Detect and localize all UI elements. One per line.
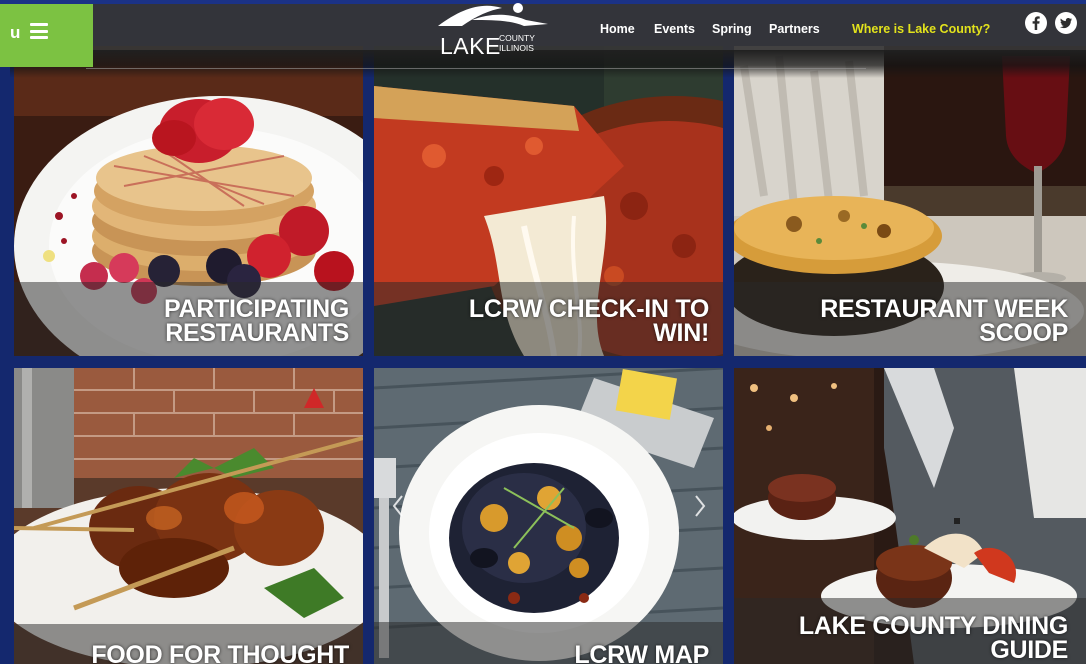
tile-label: LCRW MAP (574, 641, 709, 664)
tile-food-for-thought[interactable]: FOOD FOR THOUGHT (14, 368, 363, 664)
logo-swoosh-icon (438, 3, 548, 26)
tile-label: LAKE COUNTY DINING GUIDE (798, 612, 1068, 664)
carousel-next-icon[interactable] (694, 494, 706, 518)
logo-text-illinois: ILLINOIS (499, 43, 534, 53)
carousel-prev-icon[interactable] (392, 494, 404, 518)
nav-where-is-lake-county[interactable]: Where is Lake County? (852, 22, 990, 36)
nav-events[interactable]: Events (654, 22, 695, 36)
nav-partners[interactable]: Partners (769, 22, 820, 36)
menu-label: u (10, 23, 21, 42)
nav-spring[interactable]: Spring (712, 22, 752, 36)
tile-lcrw-check-in[interactable]: LCRW CHECK-IN TO WIN! (374, 46, 723, 356)
tile-label: FOOD FOR THOUGHT (91, 641, 349, 664)
tile-participating-restaurants[interactable]: PARTICIPATING RESTAURANTS (14, 46, 363, 356)
facebook-icon[interactable] (1025, 12, 1047, 34)
pasta-photo (374, 368, 723, 664)
tile-label: PARTICIPATING RESTAURANTS (164, 295, 349, 347)
logo-text-lake: LAKE (440, 33, 501, 59)
skewers-photo (14, 368, 363, 664)
twitter-icon[interactable] (1055, 12, 1077, 34)
tile-restaurant-week-scoop[interactable]: RESTAURANT WEEK SCOOP (734, 46, 1086, 356)
nav-home[interactable]: Home (600, 22, 635, 36)
tile-label: LCRW CHECK-IN TO WIN! (468, 295, 709, 347)
logo-text-county: COUNTY (499, 33, 535, 43)
tile-lcrw-map[interactable]: LCRW MAP (374, 368, 723, 664)
hamburger-icon (30, 23, 48, 39)
site-logo[interactable]: LAKE COUNTY ILLINOIS (432, 0, 554, 59)
header-rule (86, 68, 866, 69)
tile-label: RESTAURANT WEEK SCOOP (820, 295, 1068, 347)
menu-button[interactable]: u (0, 4, 93, 67)
tile-dining-guide[interactable]: LAKE COUNTY DINING GUIDE (734, 368, 1086, 664)
